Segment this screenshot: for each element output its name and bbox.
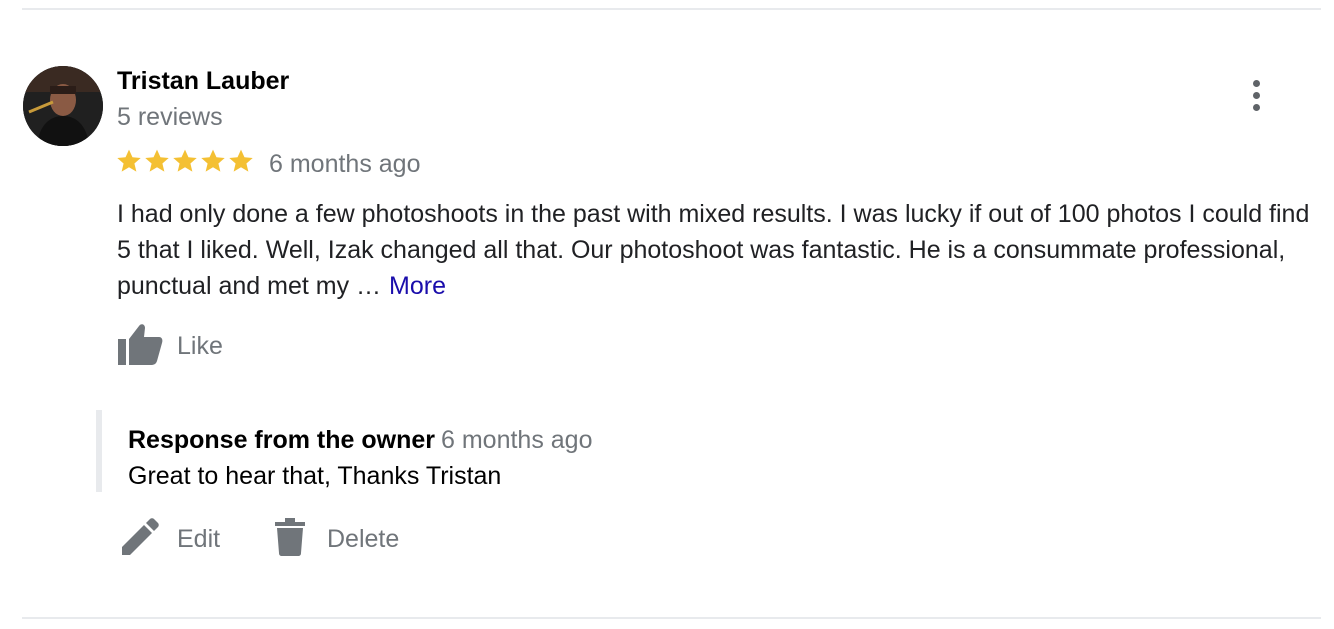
review-date: 6 months ago [269,150,421,178]
owner-response: Response from the owner 6 months ago Grea… [96,410,802,492]
review-text: I had only done a few photoshoots in the… [117,196,1317,304]
more-vert-icon[interactable] [1242,78,1272,114]
star-icon [201,149,225,172]
owner-response-title: Response from the owner [128,426,435,454]
like-label: Like [177,331,223,360]
edit-button[interactable]: Edit [121,517,220,561]
top-divider [22,8,1321,10]
trash-icon [275,517,305,561]
star-rating [116,148,254,176]
like-button[interactable]: Like [117,322,223,370]
star-icon [145,149,169,172]
star-icon [173,149,197,172]
pencil-icon [121,517,159,561]
owner-response-header: Response from the owner 6 months ago [128,424,593,456]
owner-response-date: 6 months ago [441,426,593,454]
bottom-divider [22,617,1321,619]
author-name[interactable]: Tristan Lauber [117,65,289,97]
edit-label: Edit [177,524,221,553]
review-body: I had only done a few photoshoots in the… [117,200,1310,300]
delete-label: Delete [327,524,400,553]
owner-response-text: Great to hear that, Thanks Tristan [128,462,502,490]
star-icon [117,149,141,172]
more-link[interactable]: More [389,272,446,300]
delete-button[interactable]: Delete [275,517,399,561]
author-review-count: 5 reviews [117,103,223,131]
star-icon [229,149,253,172]
thumb-up-icon [117,323,163,370]
avatar[interactable] [23,66,103,146]
